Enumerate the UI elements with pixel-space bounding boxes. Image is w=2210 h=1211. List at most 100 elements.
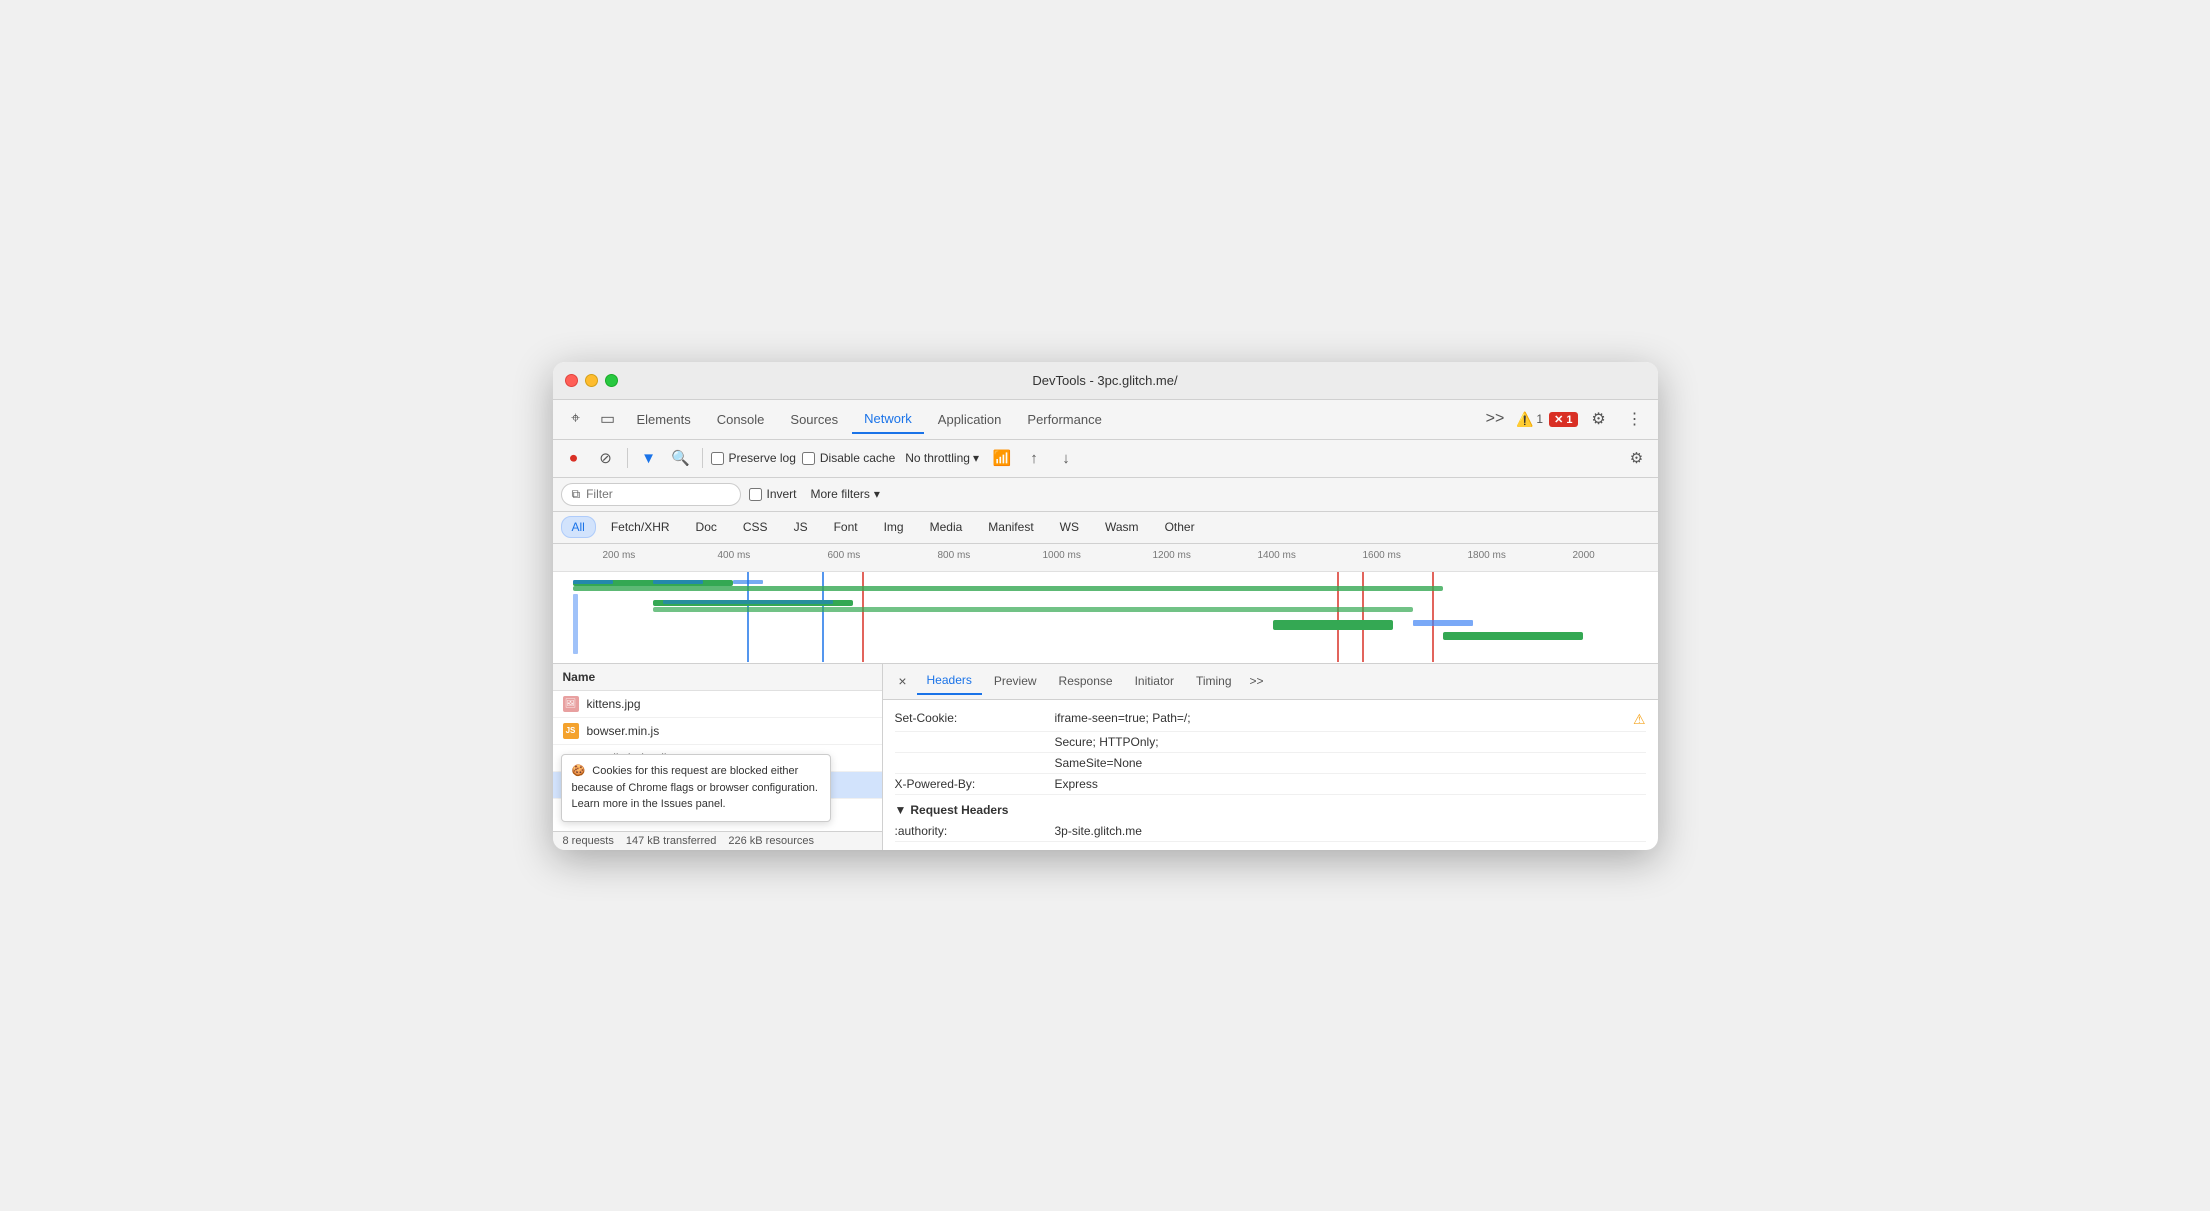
authority-header-row: :authority: 3p-site.glitch.me [895, 821, 1646, 842]
tab-console[interactable]: Console [705, 406, 777, 433]
tab-sources[interactable]: Sources [778, 406, 850, 433]
filter-font-button[interactable]: Font [823, 516, 869, 538]
tab-network[interactable]: Network [852, 405, 924, 434]
disable-cache-label[interactable]: Disable cache [802, 451, 895, 465]
ruler-1200ms: 1200 ms [1153, 550, 1191, 561]
detail-tab-headers[interactable]: Headers [917, 667, 982, 695]
authority-header-name: :authority: [895, 824, 1055, 838]
network-item-kittens[interactable]: 🖼 kittens.jpg [553, 691, 882, 718]
tab-elements[interactable]: Elements [625, 406, 703, 433]
wifi-icon[interactable]: 📶 [989, 445, 1015, 471]
preserve-log-checkbox[interactable] [711, 452, 724, 465]
download-icon[interactable]: ↓ [1053, 445, 1079, 471]
set-cookie-continuation-2: SameSite=None [895, 753, 1646, 774]
waterfall-area: 200 ms 400 ms 600 ms 800 ms 1000 ms 1200… [553, 544, 1658, 664]
cursor-icon[interactable]: ⌖ [561, 404, 591, 434]
filter-funnel-icon: ⧉ [572, 487, 581, 502]
more-options-icon[interactable]: ⋮ [1620, 404, 1650, 434]
filter-js-button[interactable]: JS [783, 516, 819, 538]
waterfall-canvas [553, 572, 1658, 662]
cookie-icon: 🍪 [572, 765, 586, 777]
error-badge[interactable]: ✕ 1 [1549, 412, 1577, 427]
detail-tab-bar: × Headers Preview Response Initiator Tim… [883, 664, 1658, 700]
more-filters-button[interactable]: More filters ▾ [805, 483, 886, 505]
close-button[interactable] [565, 374, 578, 387]
devtools-right-controls: >> ⚠️ 1 ✕ 1 ⚙ ⋮ [1480, 404, 1650, 434]
empty-header-name-2 [895, 756, 1055, 770]
detail-tab-overflow[interactable]: >> [1244, 668, 1270, 694]
upload-icon[interactable]: ↑ [1021, 445, 1047, 471]
filter-wasm-button[interactable]: Wasm [1094, 516, 1150, 538]
network-item-bowser[interactable]: JS bowser.min.js [553, 718, 882, 745]
status-bar: 8 requests 147 kB transferred 226 kB res… [553, 831, 882, 850]
ruler-1400ms: 1400 ms [1258, 550, 1296, 561]
filter-other-button[interactable]: Other [1154, 516, 1206, 538]
cookie-blocked-tooltip: 🍪 Cookies for this request are blocked e… [561, 754, 831, 822]
authority-header-value: 3p-site.glitch.me [1055, 824, 1646, 838]
x-powered-by-header-value: Express [1055, 777, 1646, 791]
preserve-log-text: Preserve log [729, 451, 796, 465]
set-cookie-continuation-1: Secure; HTTPOnly; [895, 732, 1646, 753]
throttling-select[interactable]: No throttling ▾ [901, 449, 983, 467]
empty-header-name-1 [895, 735, 1055, 749]
settings-icon[interactable]: ⚙ [1584, 404, 1614, 434]
request-headers-section[interactable]: ▼ Request Headers [895, 795, 1646, 821]
detail-content: Set-Cookie: iframe-seen=true; Path=/; ⚠ … [883, 700, 1658, 850]
error-icon: ✕ [1554, 414, 1563, 426]
network-settings-icon[interactable]: ⚙ [1624, 445, 1650, 471]
warning-badge[interactable]: ⚠️ 1 [1516, 411, 1543, 428]
tab-application[interactable]: Application [926, 406, 1014, 433]
search-button[interactable]: 🔍 [668, 445, 694, 471]
network-list-header: Name [553, 664, 882, 691]
filter-css-button[interactable]: CSS [732, 516, 779, 538]
filter-all-button[interactable]: All [561, 516, 596, 538]
network-toolbar: ⏺ ⊘ ▼ 🔍 Preserve log Disable cache No th… [553, 440, 1658, 478]
filter-icon[interactable]: ▼ [636, 445, 662, 471]
warning-count: 1 [1536, 412, 1543, 426]
maximize-button[interactable] [605, 374, 618, 387]
set-cookie-header-row: Set-Cookie: iframe-seen=true; Path=/; ⚠ [895, 708, 1646, 732]
clear-log-button[interactable]: ⊘ [593, 445, 619, 471]
set-cookie-header-value: iframe-seen=true; Path=/; [1055, 711, 1627, 728]
requests-count: 8 requests [563, 835, 614, 847]
detail-tab-response[interactable]: Response [1049, 668, 1123, 694]
transferred-size: 147 kB transferred [626, 835, 717, 847]
invert-label[interactable]: Invert [749, 487, 797, 501]
more-filters-text: More filters [811, 487, 870, 501]
close-detail-button[interactable]: × [891, 669, 915, 693]
tab-performance[interactable]: Performance [1015, 406, 1113, 433]
ruler-1600ms: 1600 ms [1363, 550, 1401, 561]
filter-media-button[interactable]: Media [919, 516, 974, 538]
set-cookie-warning-icon: ⚠ [1633, 711, 1646, 728]
disable-cache-checkbox[interactable] [802, 452, 815, 465]
detail-pane: × Headers Preview Response Initiator Tim… [883, 664, 1658, 850]
detail-tab-initiator[interactable]: Initiator [1125, 668, 1184, 694]
stop-recording-button[interactable]: ⏺ [561, 445, 587, 471]
set-cookie-samesite: SameSite=None [1055, 756, 1646, 770]
detail-tab-preview[interactable]: Preview [984, 668, 1047, 694]
toolbar-divider-1 [627, 448, 628, 468]
detail-tab-timing[interactable]: Timing [1186, 668, 1242, 694]
filter-input-wrap: ⧉ [561, 483, 741, 506]
filter-ws-button[interactable]: WS [1049, 516, 1090, 538]
filter-manifest-button[interactable]: Manifest [977, 516, 1044, 538]
filter-input[interactable] [586, 487, 706, 501]
minimize-button[interactable] [585, 374, 598, 387]
invert-checkbox[interactable] [749, 488, 762, 501]
devtools-tab-bar: ⌖ ▭ Elements Console Sources Network App… [553, 400, 1658, 440]
preserve-log-label[interactable]: Preserve log [711, 451, 796, 465]
ruler-1800ms: 1800 ms [1468, 550, 1506, 561]
item-name-bowser: bowser.min.js [587, 724, 872, 738]
filter-fetch-xhr-button[interactable]: Fetch/XHR [600, 516, 681, 538]
type-filter-row: All Fetch/XHR Doc CSS JS Font Img Media … [553, 512, 1658, 544]
set-cookie-secure-httponly: Secure; HTTPOnly; [1055, 735, 1646, 749]
device-toggle-icon[interactable]: ▭ [593, 404, 623, 434]
overflow-tabs-button[interactable]: >> [1480, 404, 1510, 434]
filter-doc-button[interactable]: Doc [685, 516, 728, 538]
cookie-tooltip-text: Cookies for this request are blocked eit… [572, 765, 818, 810]
ruler-200ms: 200 ms [603, 550, 636, 561]
x-powered-by-header-row: X-Powered-By: Express [895, 774, 1646, 795]
filter-img-button[interactable]: Img [873, 516, 915, 538]
request-headers-toggle-icon: ▼ [895, 803, 907, 817]
devtools-window: DevTools - 3pc.glitch.me/ ⌖ ▭ Elements C… [553, 362, 1658, 850]
